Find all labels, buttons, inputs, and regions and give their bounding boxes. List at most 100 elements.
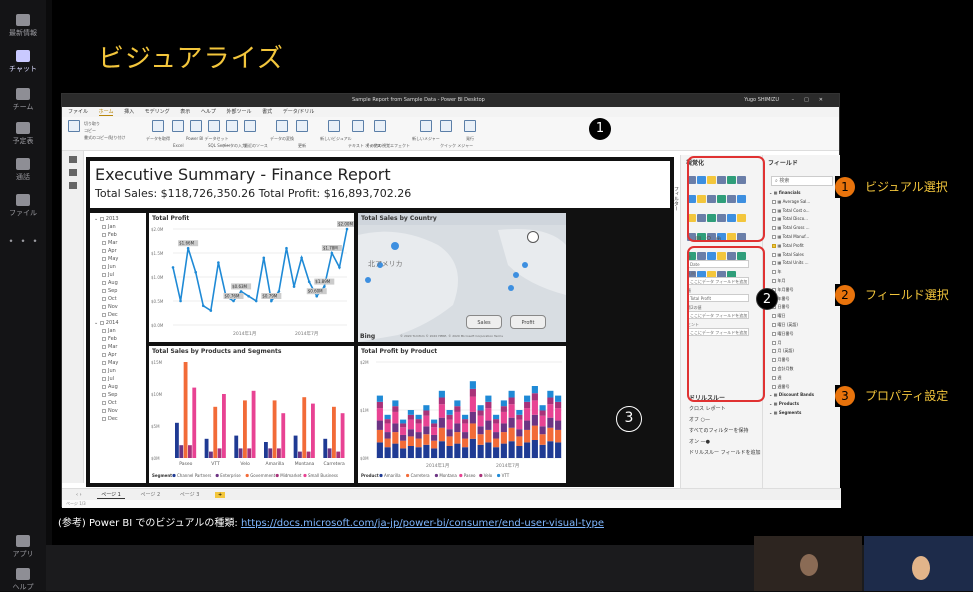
bar-segment[interactable]: [431, 434, 438, 441]
slicer-month[interactable]: Feb: [102, 335, 146, 343]
date-field-item[interactable]: 年: [769, 268, 839, 277]
bar-segment[interactable]: [392, 400, 399, 407]
ribbon-pbi-dataset[interactable]: Power BI データセット: [186, 136, 229, 142]
bar-segment[interactable]: [469, 388, 476, 397]
bar-segment[interactable]: [531, 386, 538, 394]
bar-segment[interactable]: [423, 410, 430, 416]
bar-segment[interactable]: [454, 432, 461, 444]
bar[interactable]: [251, 390, 256, 458]
bar-segment[interactable]: [400, 448, 407, 458]
ribbon-recent-sources[interactable]: 最近のソース: [244, 143, 268, 149]
slicer-month[interactable]: Feb: [102, 231, 146, 239]
field-item[interactable]: ▦ Total Units ...: [769, 259, 839, 268]
slicer-month[interactable]: Apr: [102, 351, 146, 359]
slicer-month[interactable]: Mar: [102, 343, 146, 351]
slicer-month[interactable]: Jul: [102, 271, 146, 279]
bar-segment[interactable]: [531, 425, 538, 440]
rail-calendar[interactable]: 予定表: [0, 122, 46, 146]
slicer-year[interactable]: ⌄ 2014: [94, 319, 146, 327]
bar-segment[interactable]: [431, 440, 438, 449]
field-item[interactable]: ▦ Total Profit: [769, 242, 839, 251]
bar-segment[interactable]: [454, 406, 461, 412]
slicer-month[interactable]: Nov: [102, 303, 146, 311]
new-measure-icon[interactable]: [420, 120, 432, 132]
drillthrough-well[interactable]: ドリルスルー フィールドを追加: [689, 448, 761, 459]
bar-segment[interactable]: [376, 401, 383, 409]
slicer-month[interactable]: Sep: [102, 287, 146, 295]
bar-segment[interactable]: [376, 395, 383, 402]
bar[interactable]: [175, 422, 179, 458]
legend-label[interactable]: Midmarket: [280, 473, 302, 478]
refresh-icon[interactable]: [296, 120, 308, 132]
bar-segment[interactable]: [376, 429, 383, 443]
bar-segment[interactable]: [547, 397, 554, 405]
bar-segment[interactable]: [423, 434, 430, 445]
slicer-month[interactable]: Aug: [102, 383, 146, 391]
bar-segment[interactable]: [423, 405, 430, 411]
bar-segment[interactable]: [524, 408, 531, 421]
page-tab-2[interactable]: ページ 2: [136, 492, 164, 498]
bar-segment[interactable]: [376, 442, 383, 458]
fields-search-input[interactable]: ⌕ 検索: [771, 176, 833, 186]
data-point[interactable]: [254, 299, 258, 303]
bar-segment[interactable]: [384, 414, 391, 420]
legend-label[interactable]: Montana: [439, 473, 457, 478]
slicer-month[interactable]: Nov: [102, 407, 146, 415]
field-item[interactable]: ▦ Average Sal...: [769, 198, 839, 207]
bar-segment[interactable]: [400, 427, 407, 435]
bar-segment[interactable]: [493, 447, 500, 458]
bar-segment[interactable]: [500, 400, 507, 407]
slicer-month[interactable]: Dec: [102, 311, 146, 319]
total-profit-visual[interactable]: Total Profit $0.0M $0.5M $1.0M $1.5M $2.0M $1…: [149, 213, 354, 342]
data-point[interactable]: [209, 309, 213, 312]
date-field-item[interactable]: 月: [769, 339, 839, 348]
table-financials[interactable]: ⌄ ▦ financials: [769, 189, 839, 198]
slicer-month[interactable]: Apr: [102, 247, 146, 255]
slicer-month[interactable]: Jan: [102, 223, 146, 231]
bar-segment[interactable]: [446, 446, 453, 458]
ribbon-excel[interactable]: Excel: [173, 143, 184, 148]
bar-segment[interactable]: [431, 448, 438, 458]
profit-by-product-visual[interactable]: Total Profit by Product $0M $1M $2M 2014年1月…: [358, 346, 566, 483]
field-item[interactable]: ▦ Total Gross ...: [769, 224, 839, 233]
bar-segment[interactable]: [438, 404, 445, 418]
tab-data-drill[interactable]: データ/ドリル: [283, 109, 315, 115]
bar-segment[interactable]: [477, 405, 484, 411]
data-point[interactable]: [171, 266, 175, 269]
slicer-month[interactable]: Jun: [102, 367, 146, 375]
bar-segment[interactable]: [454, 400, 461, 407]
date-field-item[interactable]: 曜日番号: [769, 330, 839, 339]
bar-segment[interactable]: [392, 423, 399, 433]
bar-segment[interactable]: [500, 432, 507, 444]
bar-segment[interactable]: [500, 423, 507, 433]
bar-segment[interactable]: [446, 429, 453, 437]
bar-segment[interactable]: [407, 446, 414, 458]
bar-segment[interactable]: [462, 419, 469, 424]
bar-segment[interactable]: [392, 411, 399, 424]
report-header[interactable]: Executive Summary - Finance Report Total…: [90, 161, 670, 208]
rail-help[interactable]: ヘルプ: [0, 568, 46, 592]
date-field-item[interactable]: 年月: [769, 277, 839, 286]
bar-segment[interactable]: [524, 401, 531, 409]
data-point[interactable]: [285, 246, 288, 250]
bar-segment[interactable]: [516, 414, 523, 420]
add-page-button[interactable]: +: [214, 492, 226, 498]
bar-segment[interactable]: [524, 395, 531, 402]
ribbon-transform[interactable]: データの変換: [270, 136, 294, 142]
bar-segment[interactable]: [415, 438, 422, 448]
more-visuals-icon[interactable]: [374, 120, 386, 132]
presenter-video[interactable]: [864, 536, 973, 591]
bar[interactable]: [217, 448, 222, 458]
bar-segment[interactable]: [423, 444, 430, 458]
participant-video[interactable]: [754, 536, 862, 591]
textbox-icon[interactable]: [352, 120, 364, 132]
legend-label[interactable]: Paseo: [464, 473, 476, 478]
page-tab-1[interactable]: ページ 1: [97, 492, 125, 499]
bar-segment[interactable]: [485, 395, 492, 402]
slicer-month[interactable]: Aug: [102, 279, 146, 287]
rail-apps[interactable]: アプリ: [0, 535, 46, 559]
bar[interactable]: [323, 438, 328, 458]
bar-segment[interactable]: [384, 447, 391, 458]
ribbon-new-measure[interactable]: 新しいメジャー: [412, 136, 440, 142]
bar-segment[interactable]: [469, 438, 476, 458]
